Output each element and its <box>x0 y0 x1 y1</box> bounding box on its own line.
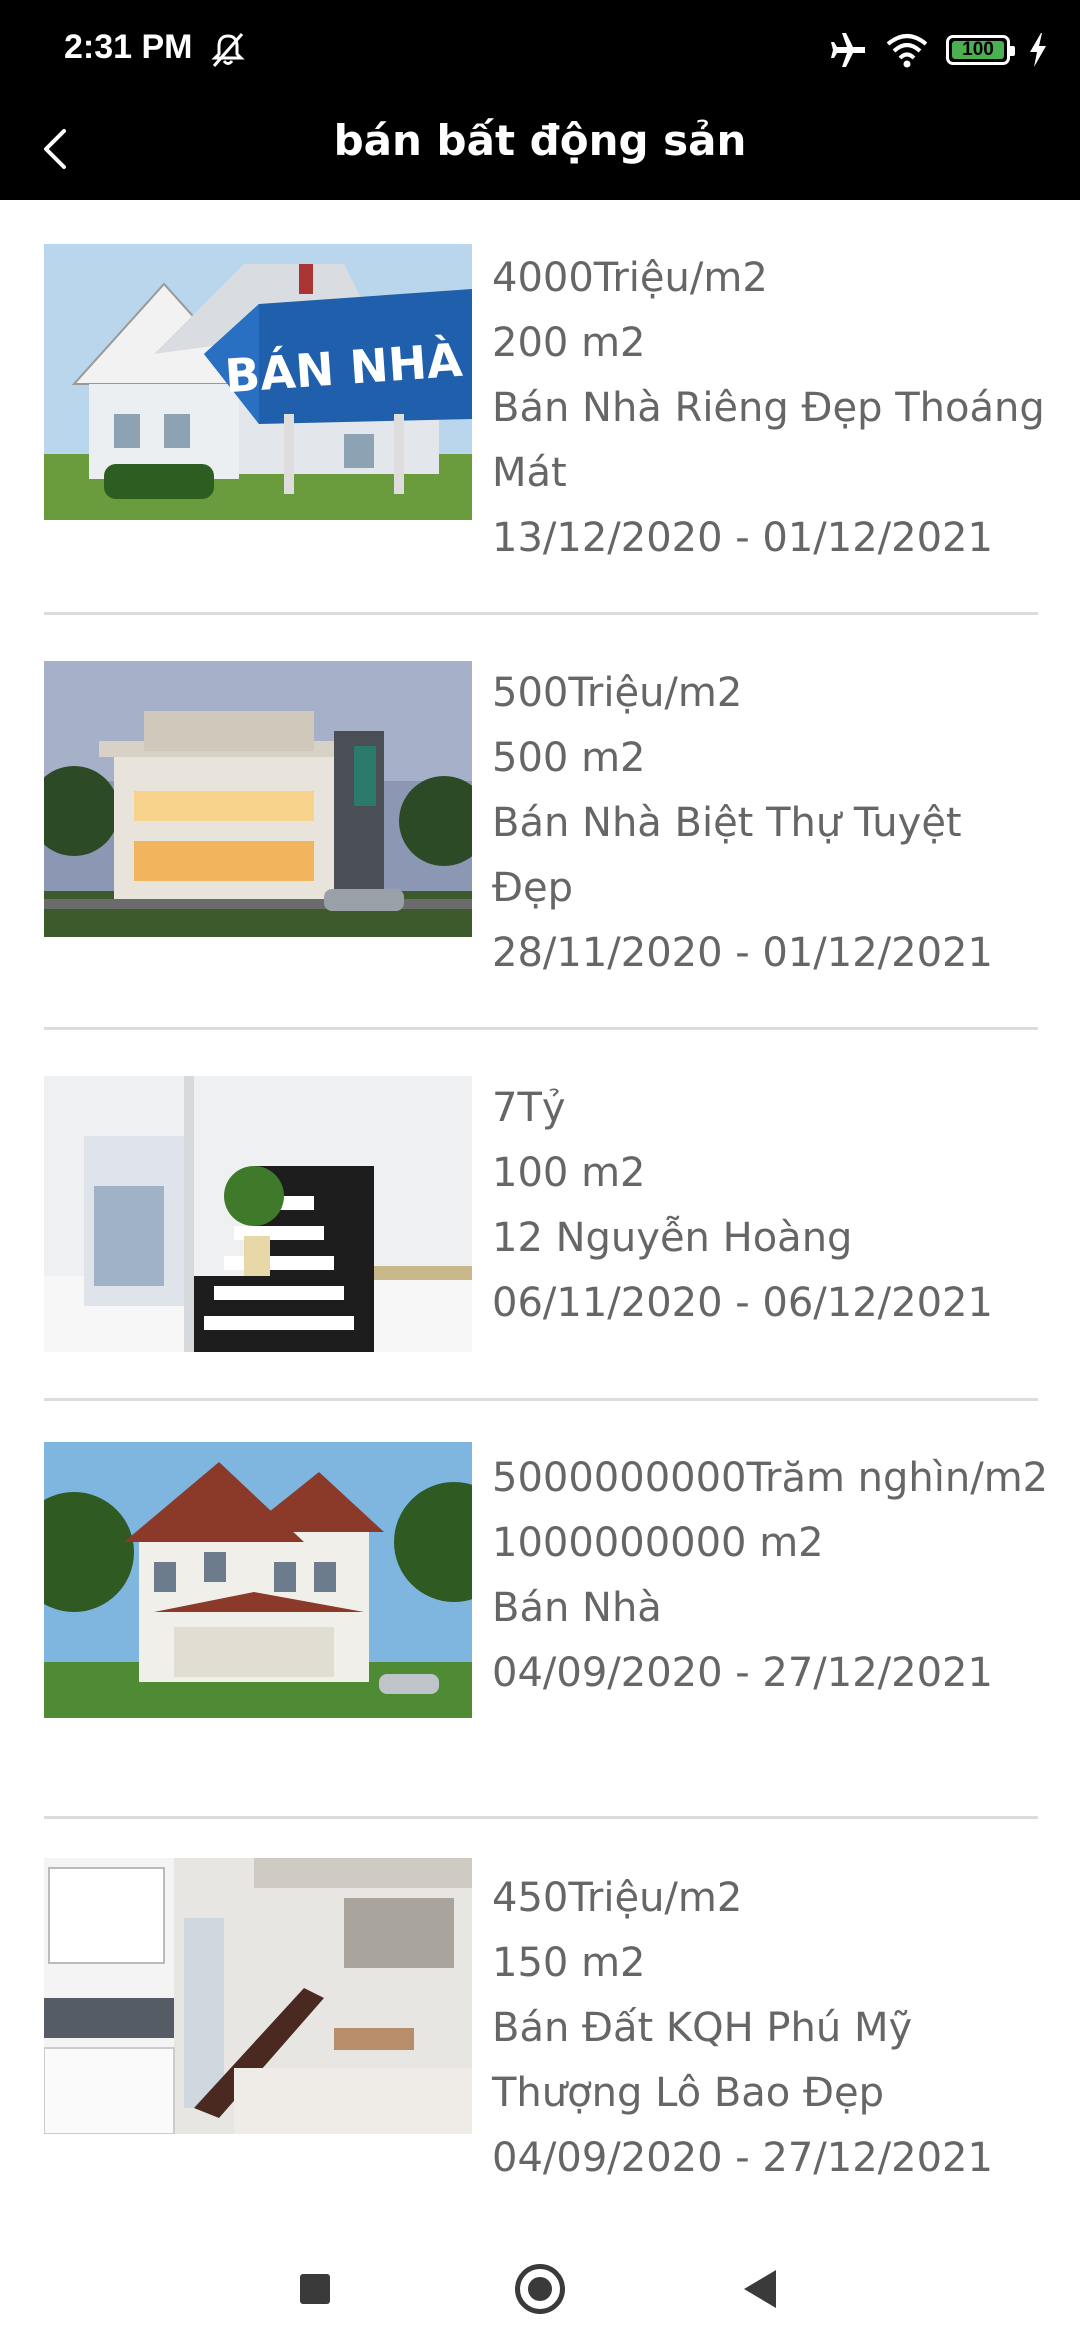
listing-image <box>44 661 472 937</box>
listing-dates: 04/09/2020 - 27/12/2021 <box>492 1650 993 1696</box>
listing-info: 500Triệu/m2 500 m2 Bán Nhà Biệt Thự Tuyệ… <box>492 661 1052 986</box>
listing-price: 7Tỷ <box>492 1085 566 1131</box>
listing-title: Bán Nhà <box>492 1585 662 1631</box>
divider <box>44 1027 1038 1030</box>
battery-level: 100 <box>962 39 994 60</box>
back-icon[interactable] <box>744 2270 776 2308</box>
listing-image: BÁN NHÀ <box>44 244 472 520</box>
listing-dates: 28/11/2020 - 01/12/2021 <box>492 930 993 976</box>
divider <box>44 612 1038 615</box>
listing-image <box>44 1442 472 1718</box>
listing-title: Bán Nhà Riêng Đẹp Thoáng Mát <box>492 385 1045 496</box>
listing-image <box>44 1858 472 2134</box>
listing-dates: 04/09/2020 - 27/12/2021 <box>492 2135 993 2181</box>
listing-area: 100 m2 <box>492 1150 646 1196</box>
listing-info: 5000000000Trăm nghìn/m2 1000000000 m2 Bá… <box>492 1446 1052 1706</box>
listing-dates: 06/11/2020 - 06/12/2021 <box>492 1280 993 1326</box>
listing-info: 4000Triệu/m2 200 m2 Bán Nhà Riêng Đẹp Th… <box>492 246 1052 571</box>
wifi-icon <box>886 34 928 68</box>
listing-price: 4000Triệu/m2 <box>492 255 768 301</box>
listing-area: 200 m2 <box>492 320 646 366</box>
listing-area: 1000000000 m2 <box>492 1520 824 1566</box>
listing-info: 7Tỷ 100 m2 12 Nguyễn Hoàng 06/11/2020 - … <box>492 1076 1052 1336</box>
nav-bar <box>0 2220 1080 2340</box>
charging-icon <box>1030 33 1046 67</box>
listing-title: Bán Nhà Biệt Thự Tuyệt Đẹp <box>492 800 962 911</box>
status-time: 2:31 PM <box>64 28 193 66</box>
listing-price: 5000000000Trăm nghìn/m2 <box>492 1455 1049 1501</box>
divider <box>44 1398 1038 1401</box>
listing-area: 500 m2 <box>492 735 646 781</box>
listing-dates: 13/12/2020 - 01/12/2021 <box>492 515 993 561</box>
recents-icon[interactable] <box>300 2274 330 2304</box>
home-icon[interactable] <box>515 2264 565 2314</box>
divider <box>44 1816 1038 1819</box>
mute-icon <box>211 33 245 67</box>
listing-price: 450Triệu/m2 <box>492 1875 743 1921</box>
airplane-icon <box>831 33 865 67</box>
listing-title: 12 Nguyễn Hoàng <box>492 1215 853 1261</box>
listing-area: 150 m2 <box>492 1940 646 1986</box>
app-bar: bán bất động sản <box>0 98 1080 200</box>
listing-image <box>44 1076 472 1352</box>
listing-info: 450Triệu/m2 150 m2 Bán Đất KQH Phú Mỹ Th… <box>492 1866 1052 2191</box>
listing-title: Bán Đất KQH Phú Mỹ Thượng Lô Bao Đẹp <box>492 2005 913 2116</box>
battery-icon: 100 <box>946 35 1015 65</box>
status-icons: 100 <box>828 28 1048 72</box>
listing-price: 500Triệu/m2 <box>492 670 743 716</box>
page-title: bán bất động sản <box>333 116 747 165</box>
status-bar: 2:31 PM 100 <box>0 0 1080 98</box>
